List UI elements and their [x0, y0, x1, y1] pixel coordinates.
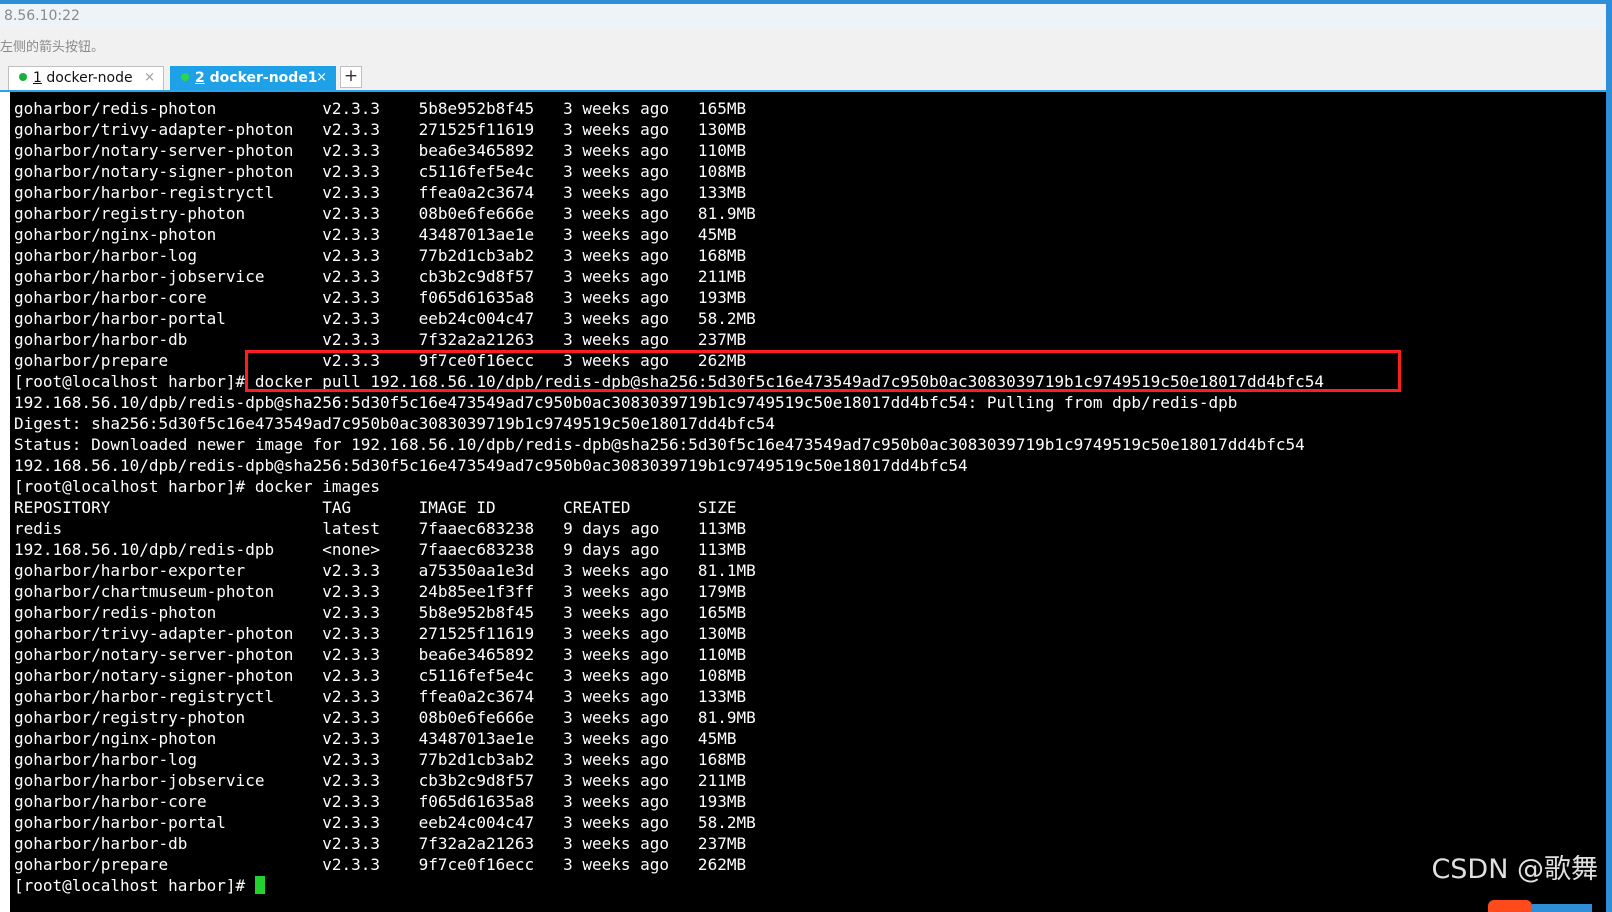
terminal-line: goharbor/notary-server-photon v2.3.3 bea… [14, 141, 747, 160]
terminal-line: goharbor/harbor-jobservice v2.3.3 cb3b2c… [14, 267, 747, 286]
terminal-line: goharbor/harbor-db v2.3.3 7f32a2a21263 3… [14, 834, 747, 853]
terminal-output[interactable]: goharbor/redis-photon v2.3.3 5b8e952b8f4… [0, 92, 1606, 912]
terminal-line: goharbor/redis-photon v2.3.3 5b8e952b8f4… [14, 99, 747, 118]
terminal-line: goharbor/harbor-log v2.3.3 77b2d1cb3ab2 … [14, 750, 747, 769]
text-cursor [254, 876, 265, 894]
terminal-line: goharbor/notary-signer-photon v2.3.3 c51… [14, 666, 747, 685]
terminal-line: goharbor/nginx-photon v2.3.3 43487013ae1… [14, 225, 737, 244]
terminal-line: goharbor/harbor-portal v2.3.3 eeb24c004c… [14, 813, 756, 832]
terminal-line: goharbor/harbor-db v2.3.3 7f32a2a21263 3… [14, 330, 747, 349]
terminal-line: goharbor/harbor-portal v2.3.3 eeb24c004c… [14, 309, 756, 328]
taskbar-fragment [1532, 904, 1592, 912]
terminal-line: goharbor/chartmuseum-photon v2.3.3 24b85… [14, 582, 747, 601]
terminal-line: goharbor/harbor-core v2.3.3 f065d61635a8… [14, 792, 747, 811]
terminal-line: goharbor/harbor-registryctl v2.3.3 ffea0… [14, 687, 747, 706]
terminal-line: goharbor/harbor-log v2.3.3 77b2d1cb3ab2 … [14, 246, 747, 265]
terminal-lines: goharbor/redis-photon v2.3.3 5b8e952b8f4… [14, 98, 1324, 896]
terminal-line: goharbor/trivy-adapter-photon v2.3.3 271… [14, 120, 747, 139]
terminal-line: goharbor/registry-photon v2.3.3 08b0e6fe… [14, 708, 756, 727]
window-title: 8.56.10:22 [0, 4, 1612, 28]
terminal-line: Status: Downloaded newer image for 192.1… [14, 435, 1305, 454]
tab-number: 1 [33, 70, 42, 86]
terminal-line: Digest: sha256:5d30f5c16e473549ad7c950b0… [14, 414, 775, 433]
shell-prompt: [root@localhost harbor]# [14, 876, 255, 895]
tab-docker-node[interactable]: 1 docker-node × [8, 66, 164, 90]
terminal-line: goharbor/trivy-adapter-photon v2.3.3 271… [14, 624, 747, 643]
terminal-prompt-line: [root@localhost harbor]# [14, 875, 1324, 896]
terminal-line: goharbor/harbor-core v2.3.3 f065d61635a8… [14, 288, 747, 307]
tab-number: 2 [195, 70, 205, 86]
terminal-line: [root@localhost harbor]# docker images [14, 477, 381, 496]
connected-status-icon [19, 73, 27, 81]
terminal-line: goharbor/redis-photon v2.3.3 5b8e952b8f4… [14, 603, 747, 622]
terminal-line: REPOSITORY TAG IMAGE ID CREATED SIZE [14, 498, 737, 517]
connected-status-icon [181, 73, 189, 81]
terminal-line: goharbor/harbor-exporter v2.3.3 a75350aa… [14, 561, 756, 580]
terminal-line: goharbor/harbor-jobservice v2.3.3 cb3b2c… [14, 771, 747, 790]
terminal-line: goharbor/notary-signer-photon v2.3.3 c51… [14, 162, 747, 181]
close-tab-icon[interactable]: × [316, 67, 327, 89]
watermark: CSDN @歌舞 [1431, 854, 1598, 885]
terminal-line: redis latest 7faaec683238 9 days ago 113… [14, 519, 747, 538]
tab-label: docker-node [46, 70, 133, 86]
terminal-line: 192.168.56.10/dpb/redis-dpb <none> 7faae… [14, 540, 747, 559]
csdn-logo-icon [1488, 900, 1532, 912]
session-tab-bar: 1 docker-node × 2 docker-node1 × [0, 62, 1612, 92]
terminal-line: goharbor/notary-server-photon v2.3.3 bea… [14, 645, 747, 664]
terminal-line: 192.168.56.10/dpb/redis-dpb@sha256:5d30f… [14, 456, 968, 475]
tab-label: docker-node1 [209, 70, 318, 86]
hint-bar: 左侧的箭头按钮。 [0, 28, 1612, 62]
highlight-box [245, 350, 1401, 392]
window-right-border [1606, 0, 1612, 912]
terminal-line: goharbor/prepare v2.3.3 9f7ce0f16ecc 3 w… [14, 855, 747, 874]
close-tab-icon[interactable]: × [144, 67, 155, 89]
terminal-line: goharbor/harbor-registryctl v2.3.3 ffea0… [14, 183, 747, 202]
tab-docker-node1[interactable]: 2 docker-node1 × [170, 66, 336, 90]
terminal-line: 192.168.56.10/dpb/redis-dpb@sha256:5d30f… [14, 393, 1238, 412]
terminal-line: goharbor/registry-photon v2.3.3 08b0e6fe… [14, 204, 756, 223]
terminal-line: goharbor/nginx-photon v2.3.3 43487013ae1… [14, 729, 737, 748]
new-tab-button[interactable]: + [340, 66, 362, 88]
